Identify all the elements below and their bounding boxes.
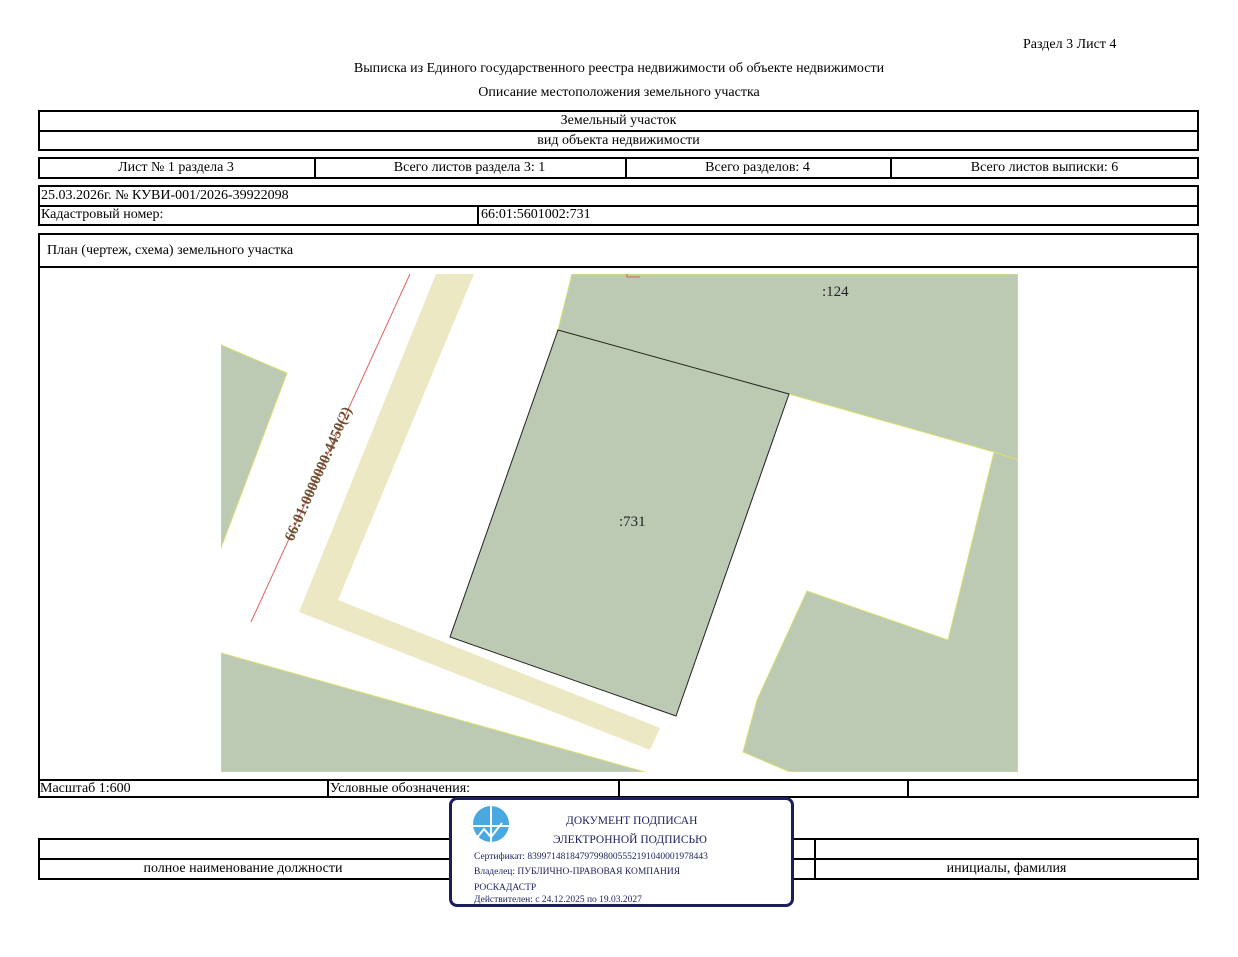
- document-title: Выписка из Единого государственного реес…: [353, 61, 885, 76]
- position-caption: полное наименование должности: [143, 861, 343, 876]
- section-sheets-total: Всего листов раздела 3: 1: [393, 160, 546, 175]
- sections-total: Всего разделов: 4: [705, 160, 810, 175]
- stamp-owner: Владелец: ПУБЛИЧНО-ПРАВОВАЯ КОМПАНИЯ: [474, 867, 681, 877]
- date-number: 25.03.2026г. № КУВИ-001/2026-39922098: [41, 188, 289, 203]
- electronic-signature-stamp: ДОКУМЕНТ ПОДПИСАН ЭЛЕКТРОННОЙ ПОДПИСЬЮ С…: [449, 797, 794, 907]
- sheet-number: Лист № 1 раздела 3: [118, 160, 234, 175]
- plan-title: План (чертеж, схема) земельного участка: [47, 243, 294, 258]
- scale-label: Масштаб 1:600: [40, 781, 131, 796]
- stamp-validity: Действителен: с 24.12.2025 по 19.03.2027: [474, 895, 642, 905]
- plan-map: :731 :124 66:01:0000000:4450(2): [221, 274, 1018, 772]
- extract-sheets-total: Всего листов выписки: 6: [970, 160, 1119, 175]
- parcel-124-label: :124: [822, 284, 849, 300]
- stamp-line1: ДОКУМЕНТ ПОДПИСАН: [566, 815, 698, 827]
- document-subtitle: Описание местоположения земельного участ…: [478, 85, 760, 100]
- section-sheet-label: Раздел 3 Лист 4: [1023, 37, 1117, 52]
- object-type: Земельный участок: [560, 113, 677, 128]
- parcel-731-label: :731: [619, 514, 646, 530]
- stamp-line2: ЭЛЕКТРОННОЙ ПОДПИСЬЮ: [553, 834, 707, 846]
- roskadastr-logo-icon: [473, 806, 509, 842]
- cadastral-value: 66:01:5601002:731: [481, 207, 591, 222]
- stamp-certificate: Сертификат: 8399714818479799800555219104…: [474, 852, 708, 862]
- stamp-owner-name: РОСКАДАСТР: [474, 883, 537, 893]
- cadastral-label: Кадастровый номер:: [41, 207, 164, 222]
- object-type-caption: вид объекта недвижимости: [537, 133, 700, 148]
- legend-label: Условные обозначения:: [330, 781, 471, 796]
- name-caption: инициалы, фамилия: [946, 861, 1067, 876]
- document-page: Раздел 3 Лист 4 Выписка из Единого госуд…: [0, 0, 1238, 957]
